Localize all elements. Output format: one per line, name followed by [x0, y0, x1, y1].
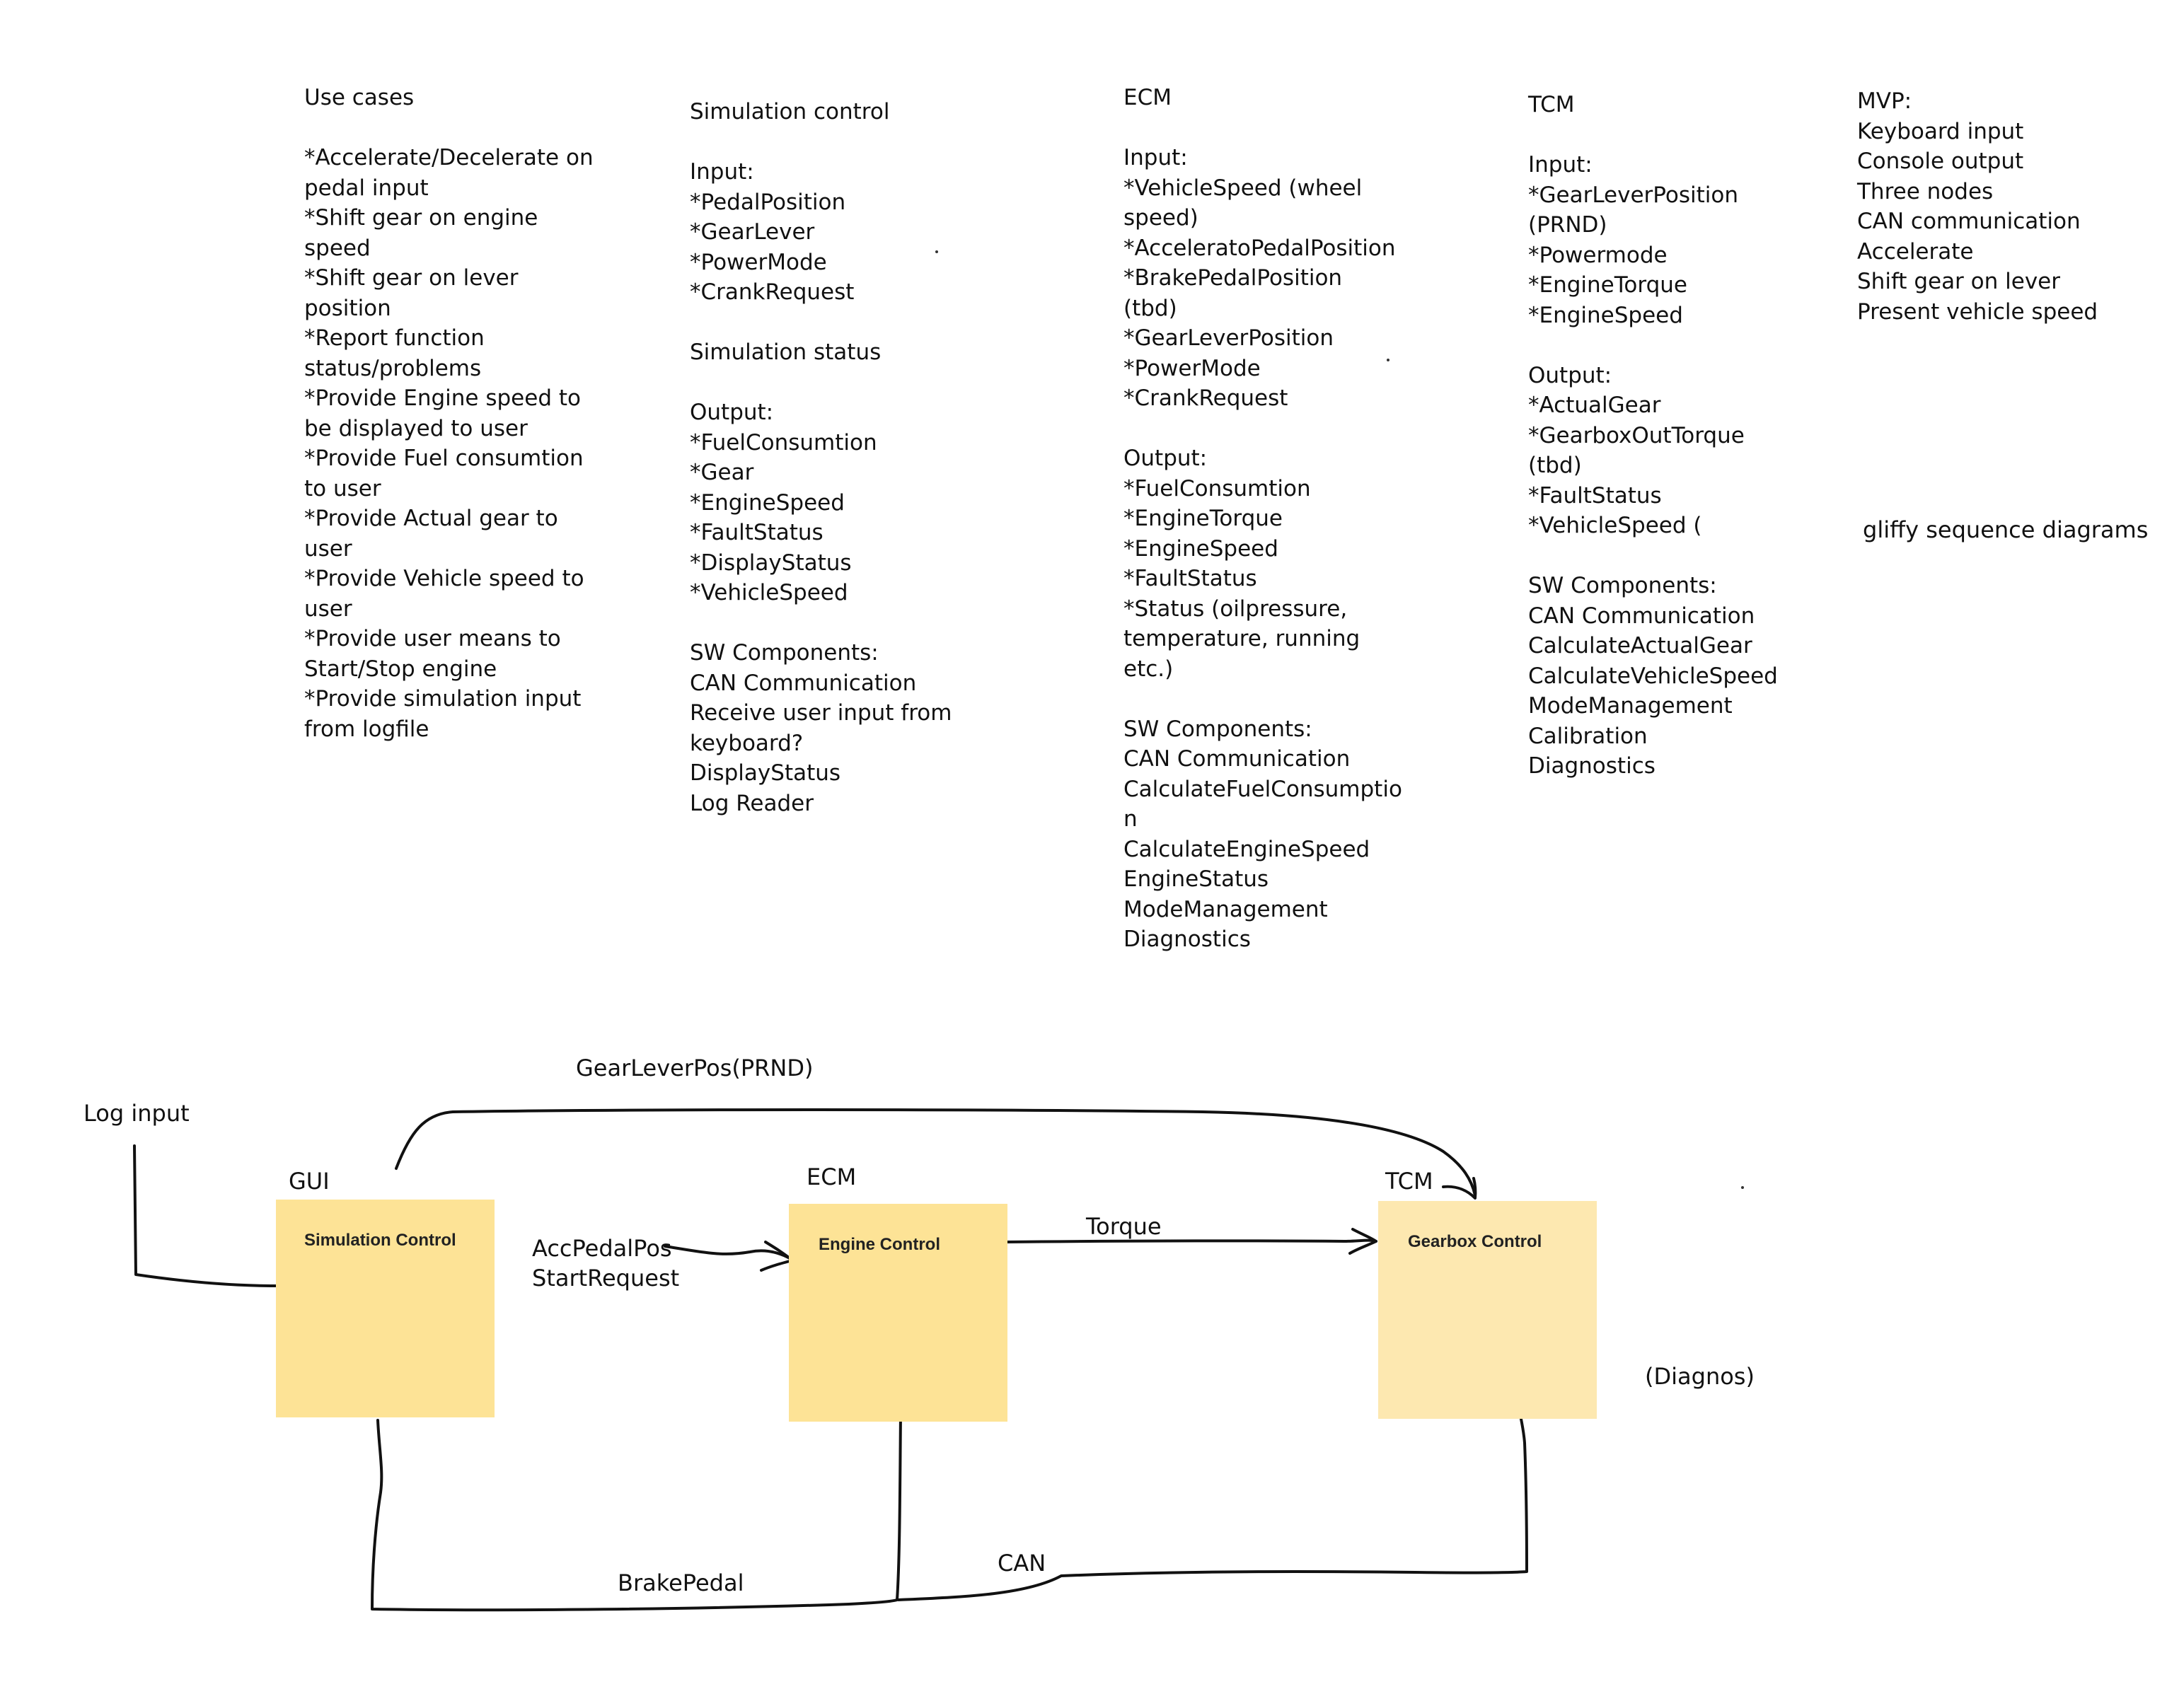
acc-pedal-arrow: [664, 1245, 792, 1260]
gear-lever-pos-label: GearLeverPos(PRND): [576, 1055, 814, 1081]
torque-arrow: [1005, 1238, 1377, 1243]
can-label: CAN: [998, 1550, 1046, 1577]
box-title: Gearbox Control: [1408, 1232, 1542, 1251]
gui-tag: GUI: [289, 1168, 330, 1195]
acc-pedal-pos-label: AccPedalPos: [532, 1235, 672, 1262]
engine-control-box[interactable]: Engine Control: [789, 1204, 1007, 1422]
brake-pedal-label: BrakePedal: [618, 1569, 744, 1596]
box-title: Engine Control: [819, 1235, 940, 1254]
log-input-label: Log input: [83, 1100, 190, 1127]
gear-lever-line: [395, 1108, 1477, 1197]
ecm-tag: ECM: [807, 1163, 857, 1190]
start-request-label: StartRequest: [532, 1265, 680, 1292]
can-line: [897, 1403, 1528, 1601]
log-input-line: [133, 1144, 277, 1287]
diagnos-label: (Diagnos): [1645, 1363, 1755, 1390]
simulation-control-box[interactable]: Simulation Control: [276, 1200, 495, 1417]
tcm-tag: TCM: [1385, 1168, 1433, 1195]
torque-label: Torque: [1086, 1213, 1162, 1240]
connector-lines: [133, 1108, 1528, 1612]
box-title: Simulation Control: [304, 1231, 456, 1250]
acc-pedal-arrowhead: [760, 1241, 794, 1272]
gearbox-control-box[interactable]: Gearbox Control: [1378, 1201, 1597, 1419]
